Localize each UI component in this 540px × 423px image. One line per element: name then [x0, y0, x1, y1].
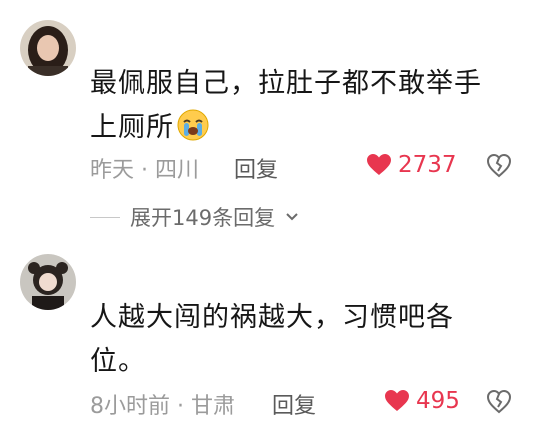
heart-icon	[367, 154, 391, 175]
comment-text: 人越大闯的祸越大，习惯吧各 位。	[90, 296, 510, 384]
crying-face-icon	[177, 109, 209, 141]
expand-label: 展开149条回复	[130, 206, 276, 230]
like-count: 495	[416, 388, 460, 414]
divider	[90, 216, 120, 218]
reply-button[interactable]: 回复	[234, 152, 278, 184]
avatar[interactable]	[20, 20, 76, 76]
reply-button[interactable]: 回复	[272, 388, 316, 420]
like-count: 2737	[398, 152, 457, 178]
comment-line: 人越大闯的祸越大，习惯吧各	[90, 302, 454, 333]
comment-line: 最佩服自己，拉肚子都不敢举手	[90, 68, 482, 99]
heart-icon	[385, 390, 409, 411]
like-button[interactable]: 495	[384, 388, 460, 414]
chevron-down-icon	[286, 213, 298, 221]
comment-line: 上厕所	[90, 106, 510, 150]
broken-heart-icon[interactable]	[486, 153, 512, 179]
expand-replies-button[interactable]: 展开149条回复	[90, 202, 299, 232]
broken-heart-icon[interactable]	[486, 389, 512, 415]
comment-line: 位。	[90, 346, 146, 377]
comment-time-location: 8小时前 · 甘肃	[90, 394, 235, 419]
avatar[interactable]	[20, 254, 76, 310]
comment-text: 最佩服自己，拉肚子都不敢举手 上厕所	[90, 62, 510, 150]
like-button[interactable]: 2737	[366, 152, 457, 178]
comment-time-location: 昨天 · 四川	[90, 158, 199, 183]
